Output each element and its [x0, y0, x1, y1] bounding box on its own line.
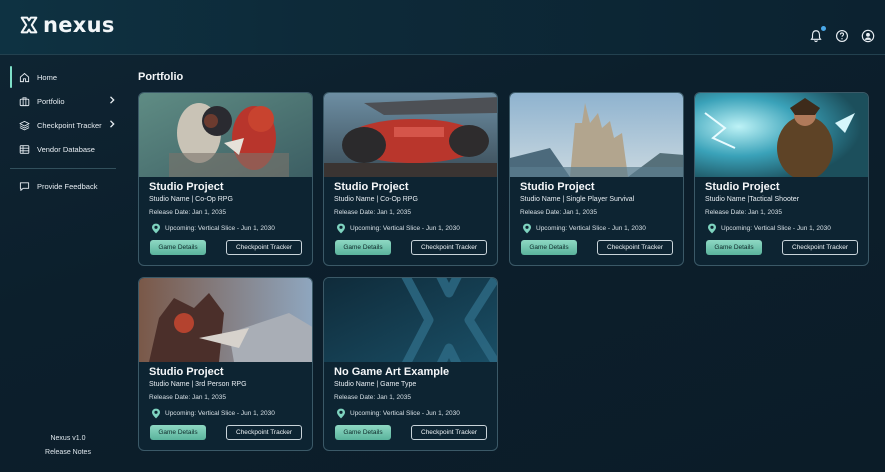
checkpoint-tracker-button[interactable]: Checkpoint Tracker — [226, 425, 302, 440]
sidebar-item-vendor-database[interactable]: Vendor Database — [10, 138, 120, 160]
card-title: Studio Project — [149, 366, 224, 378]
top-bar: nexus — [0, 0, 885, 55]
sidebar-item-label: Checkpoint Tracker — [37, 120, 102, 130]
project-card[interactable]: No Game Art Example Studio Name | Game T… — [323, 277, 498, 451]
release-notes-link[interactable]: Release Notes — [0, 449, 136, 456]
game-details-button[interactable]: Game Details — [521, 240, 577, 255]
checkpoint-tracker-button[interactable]: Checkpoint Tracker — [782, 240, 858, 255]
card-release-date: Release Date: Jan 1, 2035 — [149, 209, 226, 216]
account-icon — [861, 29, 875, 43]
milestone-pin-icon — [337, 223, 345, 234]
sidebar-item-label: Portfolio — [37, 96, 65, 106]
card-release-date: Release Date: Jan 1, 2035 — [520, 209, 597, 216]
game-details-button[interactable]: Game Details — [335, 425, 391, 440]
nexus-logo[interactable]: nexus — [18, 13, 115, 37]
card-release-date: Release Date: Jan 1, 2035 — [334, 394, 411, 401]
game-details-button[interactable]: Game Details — [706, 240, 762, 255]
page-title: Portfolio — [138, 71, 184, 83]
milestone-pin-icon — [152, 223, 160, 234]
card-upcoming-text: Upcoming: Vertical Slice - Jun 1, 2030 — [350, 410, 460, 417]
layers-icon — [18, 119, 30, 131]
card-subtitle: Studio Name |Tactical Shooter — [705, 196, 800, 203]
feedback-icon — [18, 180, 30, 192]
game-art-image — [695, 93, 868, 177]
checkpoint-tracker-button[interactable]: Checkpoint Tracker — [597, 240, 673, 255]
card-title: Studio Project — [705, 181, 780, 193]
game-art-image — [139, 278, 312, 362]
card-release-date: Release Date: Jan 1, 2035 — [334, 209, 411, 216]
sidebar-item-checkpoint-tracker[interactable]: Checkpoint Tracker — [10, 114, 120, 136]
card-upcoming-text: Upcoming: Vertical Slice - Jun 1, 2030 — [165, 225, 275, 232]
sidebar-item-provide-feedback[interactable]: Provide Feedback — [10, 175, 120, 197]
project-card[interactable]: Studio Project Studio Name |Tactical Sho… — [694, 92, 869, 266]
card-upcoming-text: Upcoming: Vertical Slice - Jun 1, 2030 — [536, 225, 646, 232]
sidebar-divider — [10, 168, 116, 169]
help-icon — [836, 30, 848, 42]
card-subtitle: Studio Name | 3rd Person RPG — [149, 381, 247, 388]
card-upcoming: Upcoming: Vertical Slice - Jun 1, 2030 — [336, 223, 460, 234]
card-upcoming: Upcoming: Vertical Slice - Jun 1, 2030 — [151, 408, 275, 419]
card-subtitle: Studio Name | Co-Op RPG — [334, 196, 418, 203]
card-upcoming-text: Upcoming: Vertical Slice - Jun 1, 2030 — [350, 225, 460, 232]
checkpoint-tracker-button[interactable]: Checkpoint Tracker — [226, 240, 302, 255]
notification-badge — [821, 26, 826, 31]
game-art-image — [324, 93, 497, 177]
logo-text: nexus — [43, 13, 115, 37]
bell-icon — [810, 30, 822, 43]
database-icon — [18, 143, 30, 155]
home-icon — [18, 71, 30, 83]
project-card[interactable]: Studio Project Studio Name | Co-Op RPG R… — [138, 92, 313, 266]
card-upcoming: Upcoming: Vertical Slice - Jun 1, 2030 — [522, 223, 646, 234]
checkpoint-tracker-button[interactable]: Checkpoint Tracker — [411, 425, 487, 440]
card-title: Studio Project — [149, 181, 224, 193]
help-button[interactable] — [835, 29, 849, 43]
game-art-image — [510, 93, 683, 177]
card-subtitle: Studio Name | Game Type — [334, 381, 417, 388]
notifications-button[interactable] — [809, 26, 826, 43]
card-upcoming-text: Upcoming: Vertical Slice - Jun 1, 2030 — [165, 410, 275, 417]
milestone-pin-icon — [337, 408, 345, 419]
milestone-pin-icon — [152, 408, 160, 419]
sidebar-item-home[interactable]: Home — [10, 66, 120, 88]
sidebar-item-label: Home — [37, 72, 58, 82]
card-title: No Game Art Example — [334, 366, 450, 378]
card-subtitle: Studio Name | Co-Op RPG — [149, 196, 233, 203]
sidebar-item-label: Vendor Database — [37, 144, 95, 154]
sidebar: Home Portfolio Checkpoint Tracker Vendor… — [0, 56, 125, 472]
game-details-button[interactable]: Game Details — [335, 240, 391, 255]
project-card[interactable]: Studio Project Studio Name | Co-Op RPG R… — [323, 92, 498, 266]
placeholder-art — [324, 278, 497, 362]
project-card[interactable]: Studio Project Studio Name | Single Play… — [509, 92, 684, 266]
card-subtitle: Studio Name | Single Player Survival — [520, 196, 635, 203]
game-details-button[interactable]: Game Details — [150, 240, 206, 255]
sidebar-item-label: Provide Feedback — [37, 181, 98, 191]
sidebar-item-portfolio[interactable]: Portfolio — [10, 90, 120, 112]
card-title: Studio Project — [334, 181, 409, 193]
milestone-pin-icon — [708, 223, 716, 234]
chevron-right-icon — [110, 120, 115, 128]
card-upcoming: Upcoming: Vertical Slice - Jun 1, 2030 — [336, 408, 460, 419]
header-actions — [809, 26, 875, 43]
card-release-date: Release Date: Jan 1, 2035 — [705, 209, 782, 216]
game-details-button[interactable]: Game Details — [150, 425, 206, 440]
portfolio-icon — [18, 95, 30, 107]
nexus-logo-icon — [20, 16, 38, 34]
checkpoint-tracker-button[interactable]: Checkpoint Tracker — [411, 240, 487, 255]
game-art-image — [139, 93, 312, 177]
project-card[interactable]: Studio Project Studio Name | 3rd Person … — [138, 277, 313, 451]
card-upcoming: Upcoming: Vertical Slice - Jun 1, 2030 — [707, 223, 831, 234]
card-release-date: Release Date: Jan 1, 2035 — [149, 394, 226, 401]
app-version: Nexus v1.0 — [50, 435, 86, 442]
milestone-pin-icon — [523, 223, 531, 234]
account-button[interactable] — [861, 29, 875, 43]
chevron-right-icon — [110, 96, 115, 104]
card-title: Studio Project — [520, 181, 595, 193]
card-upcoming-text: Upcoming: Vertical Slice - Jun 1, 2030 — [721, 225, 831, 232]
card-upcoming: Upcoming: Vertical Slice - Jun 1, 2030 — [151, 223, 275, 234]
